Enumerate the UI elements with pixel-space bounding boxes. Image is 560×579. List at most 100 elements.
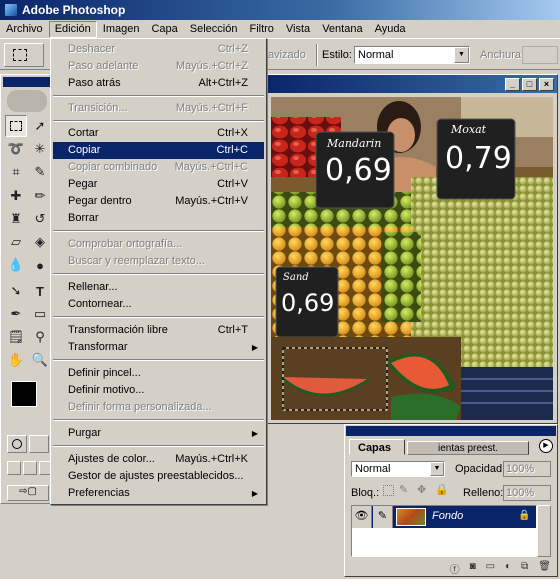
magic-wand-icon[interactable]: ✳ — [29, 138, 51, 160]
menu-item-transicion[interactable]: Transición... Mayús.+Ctrl+F — [53, 100, 264, 117]
menu-item-transformar[interactable]: Transformar ▶ — [53, 339, 264, 356]
menu-item-purgar[interactable]: Purgar ▶ — [53, 425, 264, 442]
lock-all-icon[interactable]: 🔒 — [435, 483, 449, 496]
menu-item-copiar-combinado[interactable]: Copiar combinado Mayús.+Ctrl+C — [53, 159, 264, 176]
adobe-eye-logo-icon[interactable] — [7, 90, 47, 112]
crop-tool-icon[interactable]: ⌗ — [5, 161, 27, 183]
history-brush-icon[interactable]: ↺ — [29, 208, 51, 230]
menu-item-transformacion-libre[interactable]: Transformación libre Ctrl+T — [53, 322, 264, 339]
zoom-tool-icon[interactable]: 🔍 — [29, 349, 51, 371]
adjustment-layer-icon[interactable]: ◐ — [505, 561, 511, 575]
eyedropper-icon[interactable]: ⚲ — [29, 326, 51, 348]
tool-preset-picker[interactable] — [4, 43, 44, 67]
menu-ventana[interactable]: Ventana — [316, 21, 368, 38]
options-divider — [316, 44, 318, 66]
close-icon[interactable]: × — [539, 77, 554, 91]
menu-item-comprobar-ortografia[interactable]: Comprobar ortografía... — [53, 236, 264, 253]
path-selection-icon[interactable]: ➘ — [5, 280, 27, 302]
menu-item-definir-forma[interactable]: Definir forma personalizada... — [53, 399, 264, 416]
blend-mode-select[interactable]: Normal ▼ — [351, 461, 445, 477]
menu-seleccion[interactable]: Selección — [184, 21, 244, 38]
screen-mode-standard-icon[interactable] — [7, 461, 21, 475]
menu-capa[interactable]: Capa — [145, 21, 183, 38]
hand-tool-icon[interactable]: ✋ — [5, 349, 27, 371]
anchura-field[interactable] — [522, 46, 558, 64]
dodge-tool-icon[interactable]: ● — [29, 254, 51, 276]
menu-vista[interactable]: Vista — [280, 21, 316, 38]
image-canvas[interactable]: Mandarin 0,69 Moxat 0,79 Sand 0,69 — [271, 97, 553, 420]
menu-ayuda[interactable]: Ayuda — [369, 21, 412, 38]
menu-item-cortar[interactable]: Cortar Ctrl+X — [53, 125, 264, 142]
menu-edicion[interactable]: Edición — [48, 20, 97, 38]
menu-separator — [53, 95, 264, 97]
edit-menu-dropdown: Deshacer Ctrl+Z Paso adelante Mayús.+Ctrl+… — [50, 38, 267, 505]
menu-imagen[interactable]: Imagen — [97, 21, 146, 38]
clone-stamp-icon[interactable]: ♜ — [5, 208, 27, 230]
lasso-tool-icon[interactable]: ➰ — [5, 138, 27, 160]
layers-scrollbar[interactable] — [537, 505, 551, 557]
blur-tool-icon[interactable]: 💧 — [5, 254, 27, 276]
layer-style-icon[interactable]: ⓕ — [450, 561, 460, 576]
maximize-icon[interactable]: □ — [522, 77, 537, 91]
chevron-down-icon[interactable]: ▼ — [454, 47, 469, 63]
estilo-select[interactable]: Normal ▼ — [354, 46, 470, 64]
chevron-down-icon[interactable]: ▼ — [430, 462, 444, 476]
lock-transparency-icon[interactable] — [383, 485, 394, 496]
minimize-icon[interactable]: _ — [505, 77, 520, 91]
menu-item-paso-atras[interactable]: Paso atrás Alt+Ctrl+Z — [53, 75, 264, 92]
new-layer-icon[interactable]: ⧉ — [521, 561, 528, 575]
menu-item-borrar[interactable]: Borrar — [53, 210, 264, 227]
layer-row-fondo[interactable]: 👁 ✎ Fondo 🔒 — [352, 506, 536, 528]
menu-item-definir-motivo[interactable]: Definir motivo... — [53, 382, 264, 399]
lock-position-icon[interactable]: ✥ — [417, 483, 426, 496]
brush-tool-icon[interactable]: ✏ — [29, 185, 51, 207]
foreground-color-swatch[interactable] — [11, 381, 37, 407]
menu-item-definir-pincel[interactable]: Definir pincel... — [53, 365, 264, 382]
new-set-icon[interactable]: ▭ — [486, 561, 495, 575]
menu-item-contornear[interactable]: Contornear... — [53, 296, 264, 313]
app-title: Adobe Photoshop — [22, 3, 126, 17]
menu-item-preferencias[interactable]: Preferencias ▶ — [53, 485, 264, 502]
menu-item-buscar-reemplazar[interactable]: Buscar y reemplazar texto... — [53, 253, 264, 270]
menu-separator — [53, 359, 264, 361]
standard-mode-icon[interactable] — [7, 435, 27, 453]
eraser-tool-icon[interactable]: ▱ — [5, 231, 27, 253]
menu-archivo[interactable]: Archivo — [0, 21, 49, 38]
menu-item-gestor-ajustes[interactable]: Gestor de ajustes preestablecidos... — [53, 468, 264, 485]
document-title-bar[interactable]: _ □ × — [263, 75, 557, 93]
jump-to-imageready-icon[interactable]: ⇨▢ — [7, 485, 49, 501]
rectangular-marquee-icon[interactable] — [5, 115, 27, 137]
palette-menu-arrow-icon[interactable]: ▶ — [539, 439, 553, 453]
move-tool-icon[interactable]: ➚ — [29, 115, 51, 137]
layers-title-bar[interactable] — [346, 426, 556, 436]
menu-item-paso-adelante[interactable]: Paso adelante Mayús.+Ctrl+Z — [53, 58, 264, 75]
tab-capas[interactable]: Capas — [349, 439, 405, 455]
menu-item-pegar[interactable]: Pegar Ctrl+V — [53, 176, 264, 193]
layer-mask-icon[interactable]: ◙ — [470, 561, 476, 575]
menu-item-ajustes-color[interactable]: Ajustes de color... Mayús.+Ctrl+K — [53, 451, 264, 468]
menu-separator — [53, 419, 264, 421]
tab-herramientas-preestablecidas[interactable]: ientas preest. — [407, 441, 529, 455]
lock-pixels-icon[interactable]: ✎ — [399, 483, 408, 496]
pen-tool-icon[interactable]: ✒ — [5, 303, 27, 325]
eye-visibility-icon[interactable]: 👁 — [352, 506, 372, 528]
menu-item-pegar-dentro[interactable]: Pegar dentro Mayús.+Ctrl+V — [53, 193, 264, 210]
slice-tool-icon[interactable]: ✎ — [29, 161, 51, 183]
shape-tool-icon[interactable]: ▭ — [29, 303, 51, 325]
paint-bucket-icon[interactable]: ◈ — [29, 231, 51, 253]
menu-item-copiar[interactable]: Copiar Ctrl+C — [53, 142, 264, 159]
layer-thumbnail — [396, 508, 426, 526]
healing-brush-icon[interactable]: ✚ — [5, 185, 27, 207]
toolbox-title-bar[interactable] — [3, 77, 51, 87]
menu-filtro[interactable]: Filtro — [243, 21, 279, 38]
trash-icon[interactable]: 🗑 — [538, 561, 551, 575]
fill-field[interactable]: 100% — [503, 485, 551, 501]
quick-mask-icon[interactable] — [29, 435, 49, 453]
opacity-field[interactable]: 100% — [503, 461, 551, 477]
screen-mode-full-menu-icon[interactable] — [23, 461, 37, 475]
type-tool-icon[interactable]: T — [29, 280, 51, 302]
menu-item-deshacer[interactable]: Deshacer Ctrl+Z — [53, 41, 264, 58]
menu-item-rellenar[interactable]: Rellenar... — [53, 279, 264, 296]
brush-link-icon[interactable]: ✎ — [373, 506, 393, 528]
notes-tool-icon[interactable]: 🗒 — [5, 326, 27, 348]
